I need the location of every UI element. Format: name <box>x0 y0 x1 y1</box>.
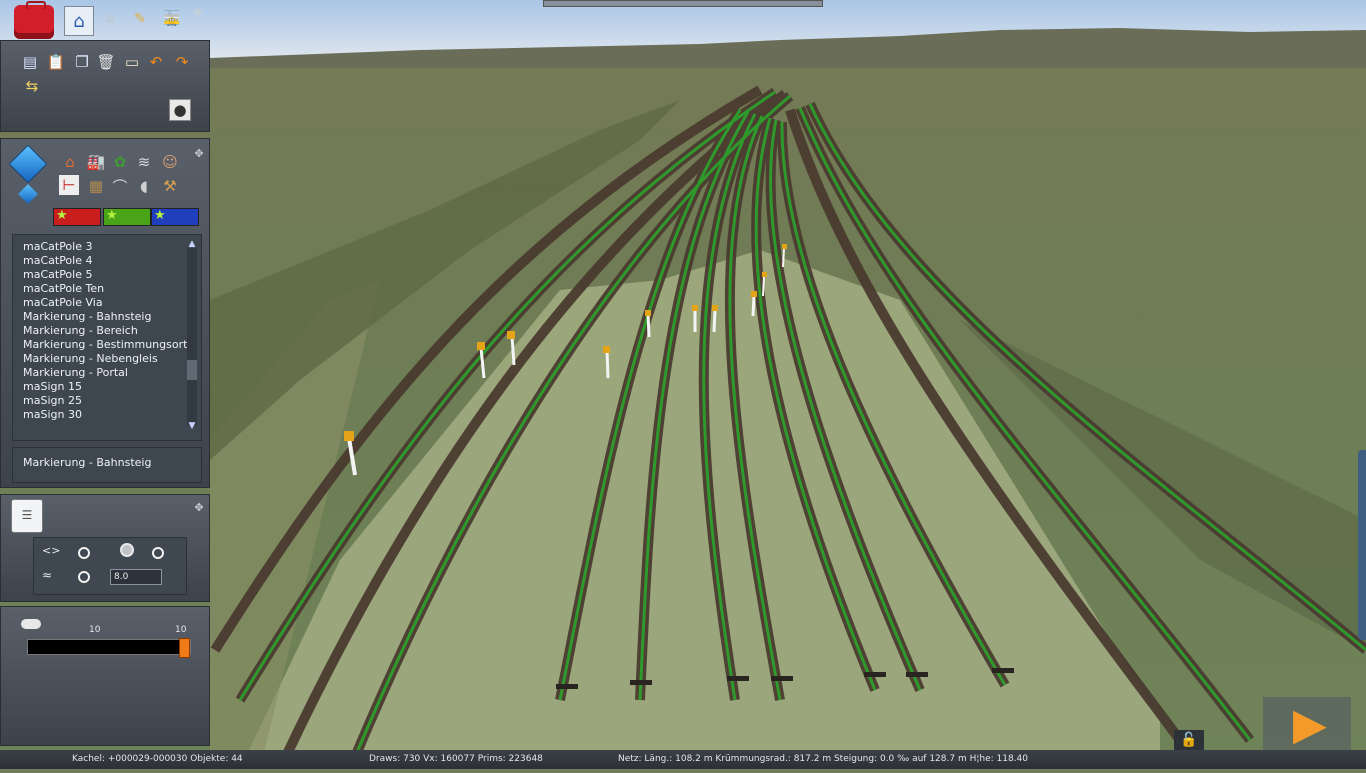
list-item[interactable]: maCatPole 4 <box>23 254 92 267</box>
edit-panel: ▤ 📋 ❐ 🗑 ▭ ↶ ↷ ⇆ ● <box>0 40 210 132</box>
tool-icon[interactable]: ⚒ <box>159 175 181 197</box>
house-icon[interactable]: ⌂ <box>59 151 81 173</box>
status-draws: Draws: 730 Vx: 160077 Prims: 223648 <box>369 754 543 764</box>
lock-icon: 🔓 <box>1180 732 1198 748</box>
star-icon: ★ <box>154 208 166 223</box>
star-icon: ★ <box>56 208 68 223</box>
height-input[interactable] <box>110 569 162 585</box>
grid-icon: ≈ <box>42 568 53 582</box>
plane-icon: <> <box>42 544 61 557</box>
list-item[interactable]: Markierung - Nebengleis <box>23 352 158 365</box>
scroll-up-icon[interactable]: ▲ <box>187 239 197 249</box>
play-button[interactable]: ▶ <box>1263 697 1351 755</box>
train-icon[interactable]: 🚋 <box>162 9 182 29</box>
slider-thumb[interactable] <box>179 638 190 658</box>
radio-plane[interactable] <box>78 547 90 559</box>
tree-icon[interactable]: ✿ <box>109 151 131 173</box>
list-item[interactable]: Markierung - Bereich <box>23 324 138 337</box>
pin-icon[interactable]: ✥ <box>193 501 205 514</box>
paste-icon[interactable]: 📋 <box>45 51 67 73</box>
slider-panel: 10 10 <box>0 606 210 746</box>
filter-red[interactable]: ★ <box>53 208 101 226</box>
list-item[interactable]: Markierung - Bestimmungsort <box>23 338 187 351</box>
target-icon[interactable] <box>120 543 134 557</box>
selected-asset-box: Markierung - Bahnsteig <box>12 447 202 483</box>
track-icon[interactable]: ≡ <box>100 9 120 29</box>
delete-icon[interactable]: 🗑 <box>95 51 117 73</box>
camera-icon[interactable]: ● <box>169 99 191 121</box>
signal-icon[interactable]: ⊢ <box>59 175 79 195</box>
list-item[interactable]: maSign 25 <box>23 394 82 407</box>
scroll-down-icon[interactable]: ▼ <box>187 421 197 431</box>
sound-icon[interactable]: ◖ <box>133 175 155 197</box>
status-net: Netz: Läng.: 108.2 m Krümmungsrad.: 817.… <box>618 754 1029 764</box>
radio-target[interactable] <box>152 547 164 559</box>
asset-list[interactable]: maCatPole 3 maCatPole 4 maCatPole 5 maCa… <box>12 234 202 441</box>
top-tab-handle[interactable] <box>543 0 823 7</box>
measure-icon[interactable]: ▭ <box>121 51 143 73</box>
figure-icon[interactable]: ☺ <box>159 151 181 173</box>
toolbox-icon[interactable] <box>14 1 54 39</box>
radio-height[interactable] <box>78 571 90 583</box>
list-item[interactable]: Markierung - Bahnsteig <box>23 310 151 323</box>
object-cube-icon[interactable] <box>8 144 48 184</box>
file-icon[interactable]: ▤ <box>19 51 41 73</box>
options-inset: <> ≈ <box>33 537 187 595</box>
slider-left-value: 10 <box>89 625 101 635</box>
status-bar: Kachel: +000029-000030 Objekte: 44 Draws… <box>0 750 1366 769</box>
pin-icon[interactable]: ✥ <box>193 147 205 160</box>
slider-track[interactable] <box>27 638 191 658</box>
status-tile: Kachel: +000029-000030 Objekte: 44 <box>72 754 243 764</box>
list-item[interactable]: maCatPole Via <box>23 296 103 309</box>
snap-icon[interactable]: ⇆ <box>21 75 43 97</box>
splines-icon[interactable]: ≋ <box>133 151 155 173</box>
small-cube-icon[interactable] <box>18 184 38 204</box>
list-item[interactable]: Markierung - Portal <box>23 366 128 379</box>
list-item[interactable]: maCatPole 5 <box>23 268 92 281</box>
home-icon[interactable]: ⌂ <box>64 6 94 36</box>
right-panel-handle[interactable] <box>1358 450 1366 640</box>
slider-right-value: 10 <box>175 625 187 635</box>
toggle-icon[interactable] <box>21 619 41 629</box>
properties-icon[interactable]: ☰ <box>11 499 43 533</box>
play-icon: ▶ <box>1293 699 1327 750</box>
filter-green[interactable]: ★ <box>103 208 151 226</box>
scroll-thumb[interactable] <box>187 360 197 380</box>
undo-icon[interactable]: ↶ <box>145 51 167 73</box>
main-toolbar: ⌂ ≡ ✎ 🚋 ✥ <box>0 0 210 40</box>
list-item[interactable]: maCatPole Ten <box>23 282 104 295</box>
selected-asset-label: Markierung - Bahnsteig <box>23 456 152 469</box>
brush-icon[interactable]: ✎ <box>130 9 150 29</box>
industry-icon[interactable]: 🏭 <box>85 151 107 173</box>
list-item[interactable]: maSign 15 <box>23 380 82 393</box>
pin-icon[interactable]: ✥ <box>192 6 204 19</box>
redo-icon[interactable]: ↷ <box>171 51 193 73</box>
list-item[interactable]: maCatPole 3 <box>23 240 92 253</box>
copy-icon[interactable]: ❐ <box>71 51 93 73</box>
track-object-icon[interactable]: ▦ <box>85 175 107 197</box>
star-icon: ★ <box>106 208 118 223</box>
filter-blue[interactable]: ★ <box>151 208 199 226</box>
list-item[interactable]: maSign 30 <box>23 408 82 421</box>
list-scrollbar[interactable] <box>187 247 197 425</box>
bridge-icon[interactable]: ⌒ <box>109 175 131 197</box>
options-panel: ✥ ☰ <> ≈ <box>0 494 210 602</box>
